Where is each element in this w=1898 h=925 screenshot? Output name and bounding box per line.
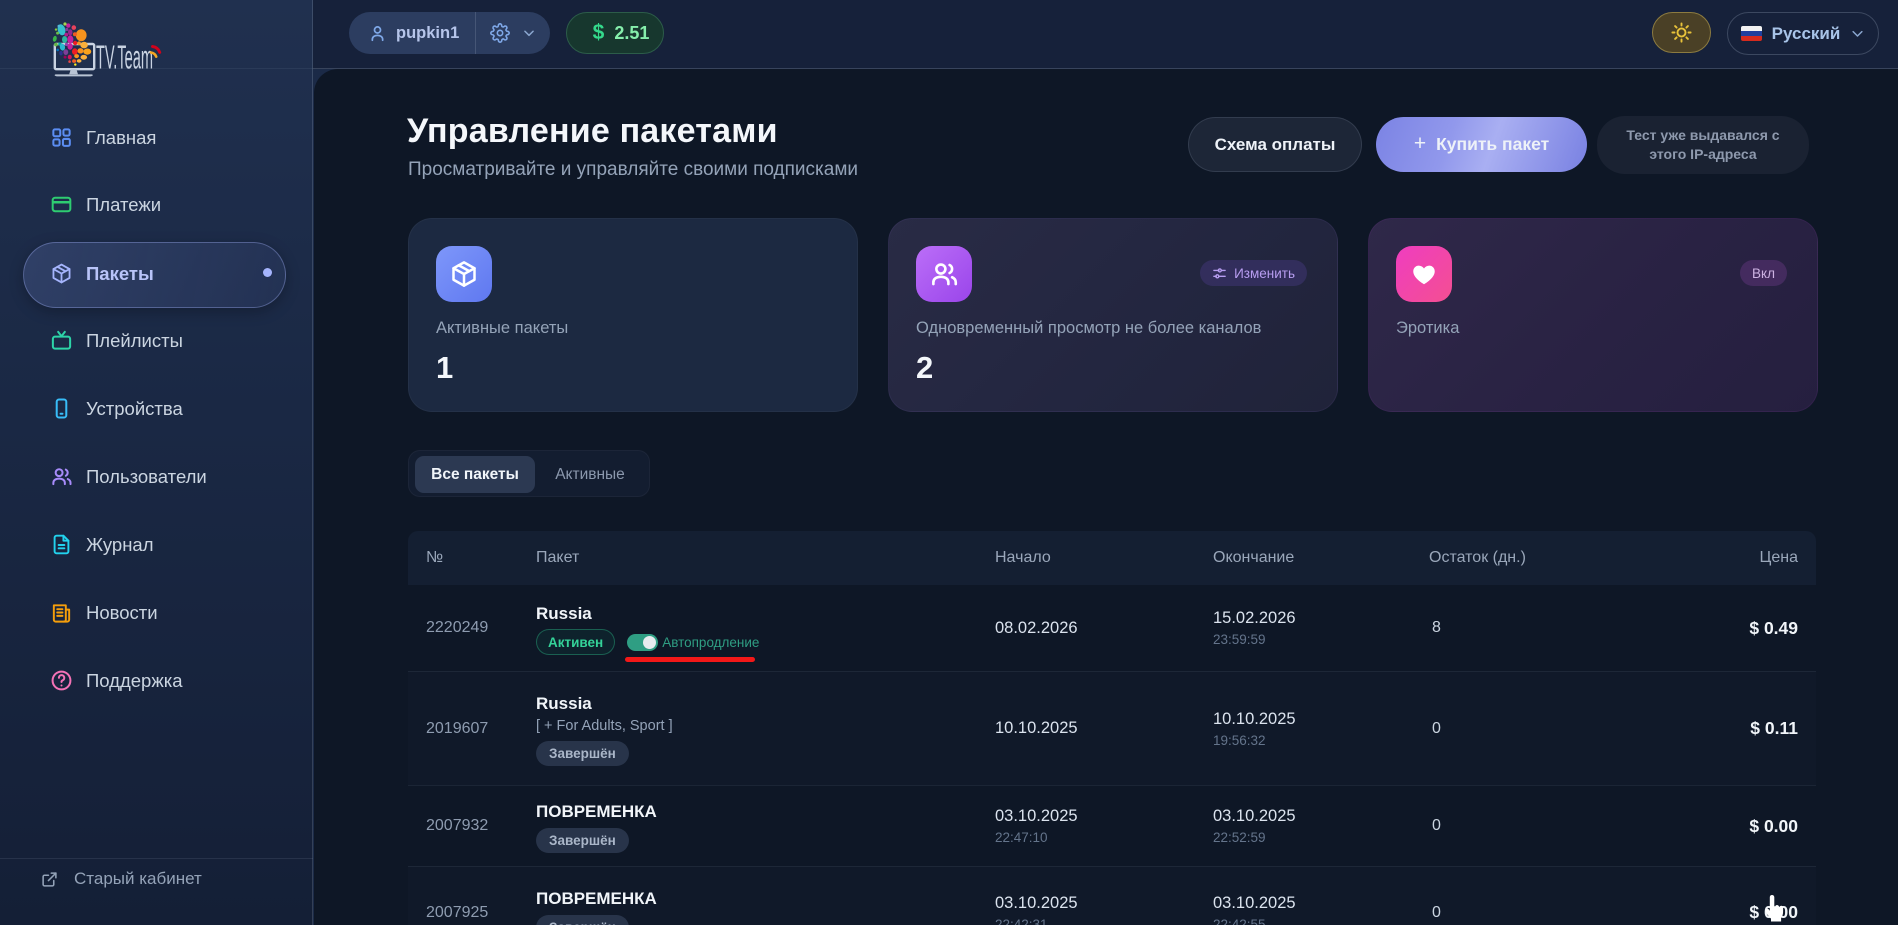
svg-text:TV.Team: TV.Team [96,39,153,76]
